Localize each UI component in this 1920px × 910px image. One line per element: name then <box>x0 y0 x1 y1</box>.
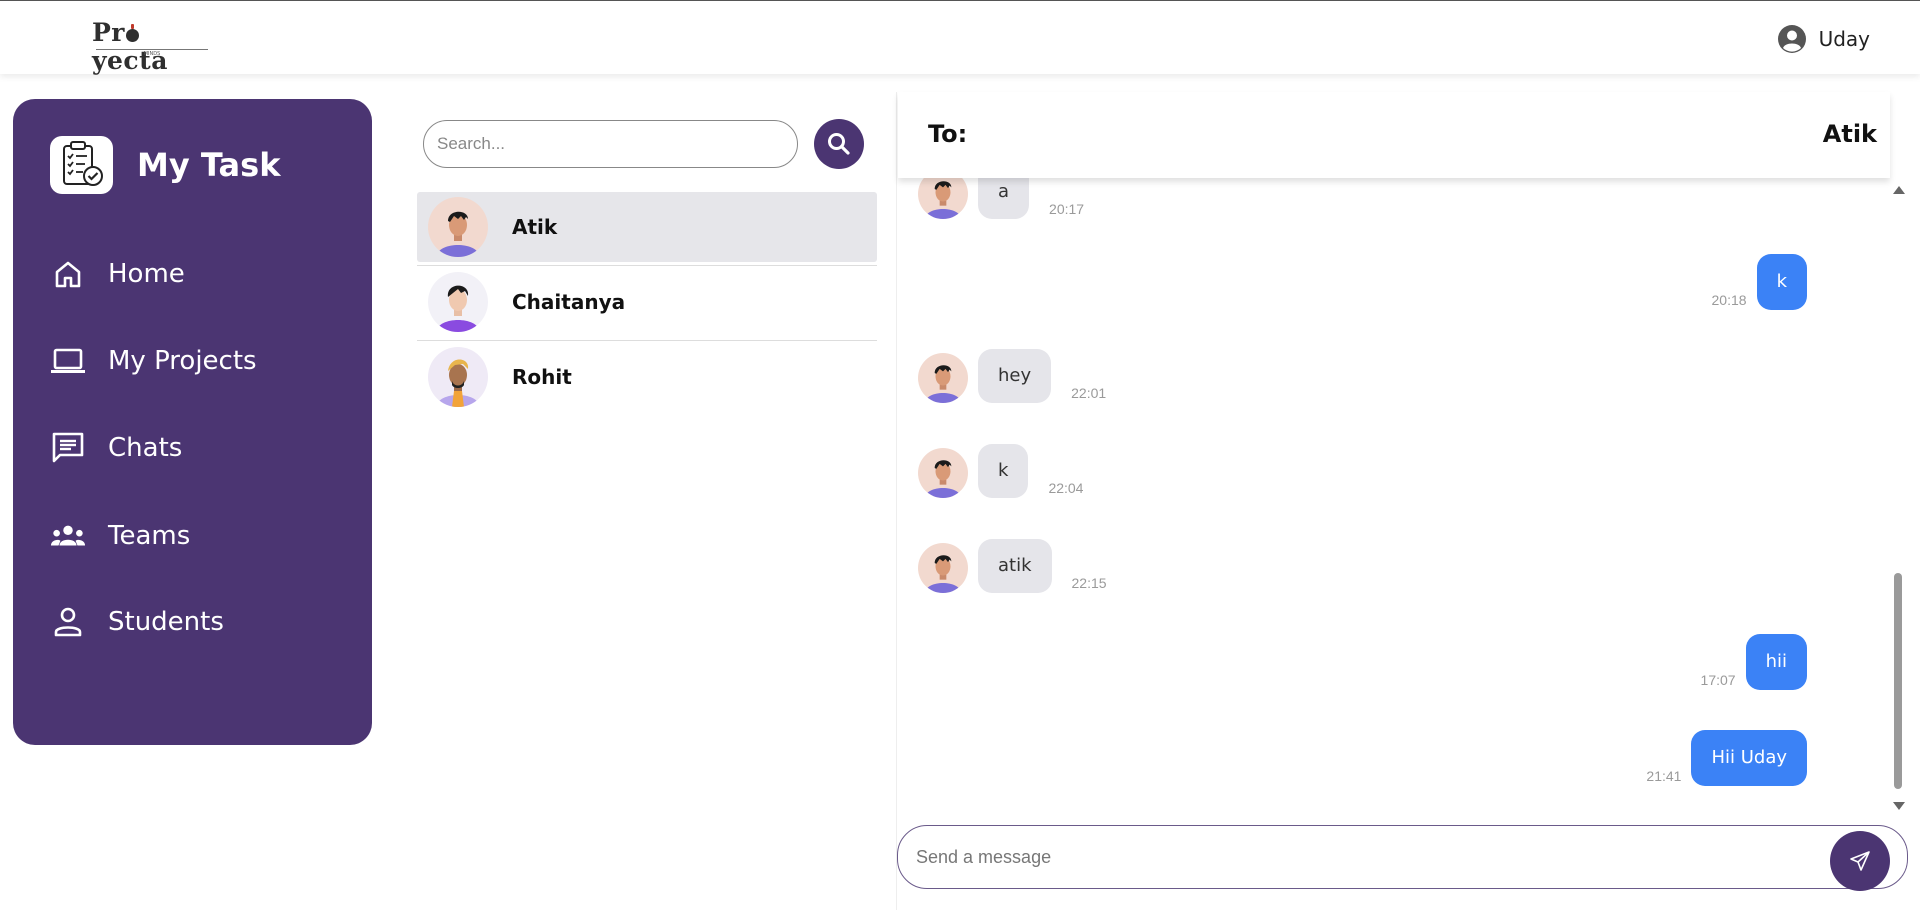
message-bubble: hii <box>1745 634 1807 690</box>
message-time: 22:01 <box>1071 385 1107 401</box>
message-bubble: atik <box>978 539 1052 593</box>
chat-icon <box>50 430 86 466</box>
sidebar-item-label: My Projects <box>108 346 257 376</box>
laptop-icon <box>50 343 86 379</box>
message-incoming: atik 22:15 <box>918 539 1107 593</box>
sidebar-item-label: Teams <box>108 521 191 551</box>
message-outgoing: 21:41 Hii Uday <box>1636 730 1807 786</box>
contact-divider <box>417 265 877 266</box>
contact-avatar <box>428 197 488 257</box>
message-input[interactable] <box>916 846 1816 868</box>
contact-avatar <box>428 347 488 407</box>
contact-name: Atik <box>512 215 558 239</box>
logo-subtitle: MINDS <box>96 49 208 57</box>
send-icon <box>1850 851 1870 871</box>
sidebar: My Task Home My Projects Chats Teams Stu… <box>13 99 372 745</box>
sender-avatar <box>918 353 968 403</box>
message-outgoing: 17:07 hii <box>1691 634 1807 690</box>
message-bubble: k <box>978 444 1029 498</box>
sidebar-item-label: Home <box>108 259 185 289</box>
sidebar-item-my-projects[interactable]: My Projects <box>50 339 257 383</box>
chat-panel-border <box>896 92 897 910</box>
team-icon <box>50 518 86 554</box>
send-button[interactable] <box>1830 831 1890 891</box>
contact-name: Chaitanya <box>512 290 626 314</box>
message-list[interactable]: a 20:17 20:18 k hey 22:01 k 22:04 atik 2… <box>898 170 1890 810</box>
message-incoming: k 22:04 <box>918 444 1083 498</box>
message-incoming: hey 22:01 <box>918 349 1106 403</box>
contact-search-box <box>423 120 798 168</box>
user-name: Uday <box>1818 27 1870 51</box>
top-bar: Pryecta MINDS Uday <box>0 0 1920 75</box>
user-menu[interactable]: Uday <box>1777 23 1870 55</box>
scroll-down-arrow-icon[interactable] <box>1893 802 1905 810</box>
messages-scrollbar[interactable] <box>1890 178 1906 814</box>
search-icon <box>828 133 850 155</box>
message-bubble: k <box>1756 254 1807 310</box>
contact-item-rohit[interactable]: Rohit <box>417 342 877 412</box>
sidebar-item-students[interactable]: Students <box>50 600 224 644</box>
recipient-name: Atik <box>1822 120 1877 148</box>
contact-avatar <box>428 272 488 332</box>
to-label: To: <box>928 120 968 148</box>
contact-item-atik[interactable]: Atik <box>417 192 877 262</box>
chat-header: To: Atik <box>898 92 1890 178</box>
proyecta-logo[interactable]: Pryecta MINDS <box>92 19 210 75</box>
message-time: 22:04 <box>1048 480 1084 496</box>
user-avatar-icon <box>1777 25 1806 53</box>
message-time: 21:41 <box>1646 768 1682 784</box>
message-bubble: hey <box>978 349 1052 403</box>
task-clipboard-icon <box>50 136 113 194</box>
search-input[interactable] <box>437 134 777 154</box>
contact-name: Rohit <box>512 365 572 389</box>
message-bubble: Hii Uday <box>1691 730 1807 786</box>
scroll-thumb[interactable] <box>1894 573 1902 789</box>
message-time: 20:17 <box>1049 201 1085 217</box>
message-composer <box>897 825 1908 889</box>
contact-item-chaitanya[interactable]: Chaitanya <box>417 267 877 337</box>
message-time: 22:15 <box>1071 575 1107 591</box>
sidebar-item-home[interactable]: Home <box>50 252 185 296</box>
home-icon <box>50 256 86 292</box>
sidebar-title: My Task <box>137 146 281 184</box>
contact-divider <box>417 340 877 341</box>
scroll-up-arrow-icon[interactable] <box>1893 186 1905 194</box>
message-time: 17:07 <box>1700 672 1736 688</box>
sidebar-brand[interactable]: My Task <box>50 136 280 194</box>
search-button[interactable] <box>814 119 864 169</box>
logo-bomb-icon <box>125 24 139 42</box>
sidebar-item-chats[interactable]: Chats <box>50 426 182 470</box>
person-icon <box>50 604 86 640</box>
sidebar-item-label: Chats <box>108 433 183 463</box>
message-outgoing: 20:18 k <box>1702 254 1807 310</box>
sender-avatar <box>918 543 968 593</box>
sender-avatar <box>918 448 968 498</box>
sidebar-item-teams[interactable]: Teams <box>50 514 190 558</box>
sidebar-item-label: Students <box>108 607 224 637</box>
message-time: 20:18 <box>1711 292 1747 308</box>
